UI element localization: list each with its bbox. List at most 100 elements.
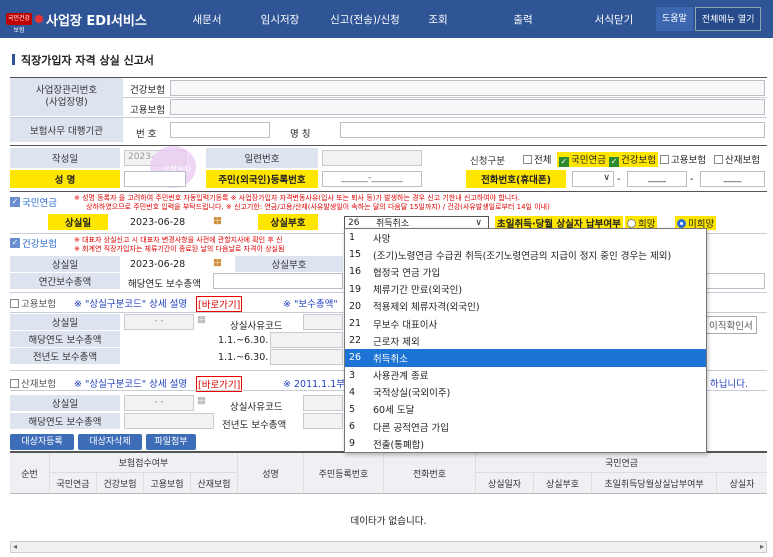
col-sub-accident: 산재보험: [191, 473, 238, 493]
col-sub-employ: 고용보험: [144, 473, 191, 493]
employ-loss-date-label: 상실일: [10, 314, 120, 330]
phone-last-input[interactable]: ____: [700, 171, 765, 187]
accident-year-total-label: 해당연도 보수총액: [10, 413, 120, 429]
menu-close-form[interactable]: 서식닫기: [578, 12, 650, 27]
all-menu-button[interactable]: 전체메뉴 열기: [694, 7, 762, 31]
accident-guide: ※ "상실구분코드" 상세 설명: [74, 379, 188, 390]
col-report-status: 보험접수여부: [50, 453, 238, 473]
apply-accident[interactable]: 산재보험: [714, 152, 760, 166]
calendar-icon[interactable]: ▦: [197, 395, 206, 406]
empty-message: 데이타가 없습니다.: [350, 516, 427, 527]
dropdown-option[interactable]: 6 다른 공적연금 가입: [345, 418, 706, 435]
agent-name-input[interactable]: [340, 122, 765, 138]
apply-all-label: 전체: [534, 155, 552, 166]
health-section-toggle[interactable]: ✓ 건강보험: [10, 236, 57, 250]
delete-target-button[interactable]: 대상자삭제: [78, 434, 142, 450]
option-text: 협정국 연금 가입: [373, 267, 441, 279]
phone-mid-input[interactable]: ____: [627, 171, 687, 187]
horizontal-scrollbar[interactable]: ◂ ▸: [10, 541, 767, 553]
employ-title: 고용보험: [21, 299, 56, 310]
calendar-icon[interactable]: ▦: [213, 257, 222, 268]
calendar-icon[interactable]: ▦: [213, 215, 222, 226]
employ-year-total-input[interactable]: [270, 332, 343, 348]
name-input[interactable]: [124, 171, 186, 187]
employ-shortcut-link[interactable]: [바로가기]: [196, 296, 243, 312]
scroll-left-icon[interactable]: ◂: [13, 542, 17, 551]
pension-section-toggle[interactable]: ✓ 국민연금: [10, 195, 57, 209]
apply-all[interactable]: 전체: [523, 152, 551, 166]
dropdown-option[interactable]: 26 취득취소: [345, 349, 706, 367]
target-table: 순번 보험접수여부 국민연금 건강보험 고용보험 산재보험 성명 주민등록번호 …: [10, 451, 767, 541]
phone-area-select[interactable]: ∨: [572, 171, 614, 187]
top-nav: 국민건강보험 사업장 EDI서비스 새문서 임시저장 신고(전송)/신청 조회 …: [0, 0, 773, 38]
employ-loss-date-input[interactable]: - -: [124, 314, 194, 330]
dropdown-option[interactable]: 19 체류기간 만료(외국인): [345, 281, 706, 298]
apply-pension[interactable]: ✓ 국민연금: [557, 152, 608, 167]
col-name: 성명: [238, 453, 304, 493]
menu-submit[interactable]: 신고(전송)/신청: [322, 12, 408, 27]
dropdown-option[interactable]: 22 근로자 제외: [345, 332, 706, 349]
pension-title: 국민연금: [22, 198, 57, 209]
menu-print[interactable]: 출력: [468, 12, 578, 27]
col-sub-health: 건강보험: [97, 473, 144, 493]
employ-section-toggle[interactable]: 고용보험: [10, 296, 56, 310]
menu-new-doc[interactable]: 새문서: [176, 12, 238, 27]
accident-prev-total-input[interactable]: [303, 413, 343, 429]
help-button[interactable]: 도움말: [656, 7, 693, 31]
dropdown-option[interactable]: 4 국적상실(국외이주): [345, 384, 706, 401]
health-loss-date-value[interactable]: 2023-06-28: [130, 259, 185, 270]
employ-guide-2: ※ "보수총액": [283, 299, 338, 310]
dropdown-option[interactable]: 15 (조기)노령연금 수급권 취득(조기노령연금의 지급이 정지 중인 경우는 …: [345, 246, 706, 263]
rrn-input[interactable]: ______-_______: [322, 171, 422, 187]
option-code: 22: [349, 335, 362, 347]
loss-code-dropdown[interactable]: 1 사망 15 (조기)노령연금 수급권 취득(조기노령연금의 지급이 정지 중인 경…: [344, 228, 707, 453]
employment-business-field[interactable]: [170, 99, 765, 115]
employ-prev-range: 1.1.~6.30.: [218, 352, 269, 363]
option-code: 19: [349, 283, 362, 295]
accident-section-toggle[interactable]: 산재보험: [10, 376, 56, 390]
dropdown-option[interactable]: 20 적용제외 체류자격(외국인): [345, 298, 706, 315]
job-confirm-button[interactable]: 이직확인서: [705, 316, 757, 334]
health-business-field[interactable]: [170, 80, 765, 96]
health-year-total-input[interactable]: [213, 273, 343, 289]
dropdown-option[interactable]: 21 무보수 대표이사: [345, 315, 706, 332]
employ-reason-input[interactable]: [303, 314, 343, 330]
scroll-right-icon[interactable]: ▸: [760, 542, 764, 551]
option-code: 3: [349, 369, 356, 381]
health-title: 건강보험: [22, 239, 57, 250]
loss-code-value: 26: [348, 217, 360, 228]
accident-reason-input[interactable]: [303, 395, 343, 411]
accident-loss-date-label: 상실일: [10, 395, 120, 411]
col-seq: 순번: [10, 453, 50, 493]
calendar-icon[interactable]: ▦: [197, 314, 206, 325]
apply-health[interactable]: ✓ 건강보험: [607, 152, 658, 167]
health-insurance-label: 건강보험: [130, 85, 165, 96]
pension-loss-code-label: 상실부호: [258, 214, 318, 230]
dropdown-option[interactable]: 9 전출(통폐합): [345, 435, 706, 452]
accident-loss-date-input[interactable]: - -: [124, 395, 194, 411]
dropdown-option[interactable]: 5 60세 도달: [345, 401, 706, 418]
employ-prev-total-label: 전년도 보수총액: [10, 348, 120, 364]
dropdown-option[interactable]: 16 협정국 연금 가입: [345, 263, 706, 280]
option-text: 다른 공적연금 가입: [373, 422, 449, 434]
health-year-total-label: 해당연도 보수총액: [128, 279, 201, 290]
menu-inquiry[interactable]: 조회: [408, 12, 468, 27]
apply-accident-label: 산재보험: [725, 155, 760, 166]
health-extra-input[interactable]: [705, 273, 765, 289]
pension-loss-date-value[interactable]: 2023-06-28: [130, 217, 185, 228]
employ-prev-total-input[interactable]: [270, 349, 343, 365]
radio-icon: [627, 219, 636, 228]
attach-file-button[interactable]: 파일첨부: [146, 434, 196, 450]
dropdown-option[interactable]: 1 사망: [345, 229, 706, 246]
agent-number-input[interactable]: [170, 122, 270, 138]
checkmark-icon: ✓: [10, 197, 20, 207]
apply-employ-label: 고용보험: [671, 155, 706, 166]
dropdown-option[interactable]: 3 사용관계 종료: [345, 367, 706, 384]
employ-guide: ※ "상실구분코드" 상세 설명: [74, 299, 188, 310]
option-code: 6: [349, 421, 356, 433]
pension-loss-date-label: 상실일: [48, 214, 108, 230]
menu-temp-save[interactable]: 임시저장: [238, 12, 322, 27]
apply-employ[interactable]: 고용보험: [660, 152, 706, 166]
register-target-button[interactable]: 대상자등록: [10, 434, 74, 450]
accident-year-total-input[interactable]: [124, 413, 214, 429]
